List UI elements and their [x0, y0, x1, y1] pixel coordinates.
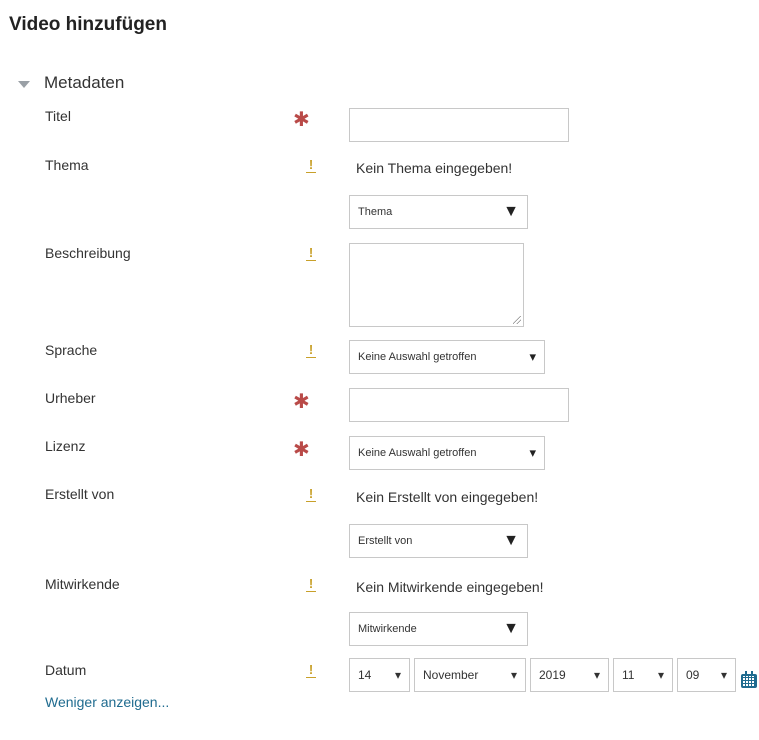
- section-title: Metadaten: [44, 73, 125, 92]
- mitwirkende-select[interactable]: Mitwirkende ▼: [349, 612, 528, 646]
- info-icon[interactable]: !: [306, 663, 316, 678]
- field-label-urheber: Urheber: [45, 390, 96, 406]
- required-icon: ✱: [293, 439, 310, 461]
- required-icon: ✱: [293, 391, 310, 413]
- dropdown-arrow-icon: ▾: [657, 668, 664, 682]
- show-less-link[interactable]: Weniger anzeigen...: [45, 694, 169, 710]
- calendar-icon[interactable]: [741, 671, 757, 688]
- section-toggle-metadaten[interactable]: Metadaten: [18, 73, 124, 93]
- datum-day-select[interactable]: 14 ▾: [349, 658, 410, 692]
- info-icon[interactable]: !: [306, 158, 316, 173]
- dropdown-arrow-icon: ▾: [510, 668, 517, 682]
- required-icon: ✱: [293, 109, 310, 131]
- datum-minute-select[interactable]: 09 ▾: [677, 658, 736, 692]
- field-label-sprache: Sprache: [45, 342, 98, 358]
- page-title: Video hinzufügen: [9, 14, 167, 35]
- info-icon[interactable]: !: [306, 577, 316, 592]
- datum-hour-value: 11: [622, 668, 635, 682]
- field-label-datum: Datum: [45, 662, 87, 678]
- dropdown-arrow-icon: ▾: [593, 668, 600, 682]
- erstellt-von-select-value: Erstellt von: [358, 535, 413, 547]
- field-label-thema: Thema: [45, 157, 89, 173]
- field-label-mitwirkende: Mitwirkende: [45, 576, 120, 592]
- thema-select-value: Thema: [358, 206, 393, 218]
- field-label-titel: Titel: [45, 108, 71, 124]
- datum-year-value: 2019: [539, 668, 566, 682]
- datum-minute-value: 09: [686, 668, 700, 682]
- dropdown-arrow-icon: ▼: [503, 532, 519, 549]
- info-icon[interactable]: !: [306, 343, 316, 358]
- info-icon[interactable]: !: [306, 487, 316, 502]
- datum-day-value: 14: [358, 668, 372, 682]
- datum-year-select[interactable]: 2019 ▾: [530, 658, 609, 692]
- titel-input[interactable]: [349, 108, 569, 142]
- dropdown-arrow-icon: ▾: [529, 445, 536, 460]
- sprache-select-value: Keine Auswahl getroffen: [358, 351, 477, 363]
- lizenz-select[interactable]: Keine Auswahl getroffen ▾: [349, 436, 545, 470]
- sprache-select[interactable]: Keine Auswahl getroffen ▾: [349, 340, 545, 374]
- field-label-erstellt-von: Erstellt von: [45, 486, 115, 502]
- dropdown-arrow-icon: ▾: [720, 668, 727, 682]
- datum-hour-select[interactable]: 11 ▾: [613, 658, 673, 692]
- datum-month-select[interactable]: November ▾: [414, 658, 526, 692]
- lizenz-select-value: Keine Auswahl getroffen: [358, 447, 477, 459]
- info-icon[interactable]: !: [306, 246, 316, 261]
- dropdown-arrow-icon: ▼: [503, 203, 519, 220]
- field-label-beschreibung: Beschreibung: [45, 245, 131, 261]
- thema-empty-message: Kein Thema eingegeben!: [356, 160, 513, 176]
- beschreibung-textarea[interactable]: [349, 243, 524, 327]
- erstellt-von-empty-message: Kein Erstellt von eingegeben!: [356, 489, 539, 505]
- datum-month-value: November: [423, 668, 479, 682]
- datum-date-selector: 14 ▾ November ▾ 2019 ▾ 11 ▾ 09 ▾: [349, 658, 757, 692]
- mitwirkende-select-value: Mitwirkende: [358, 623, 417, 635]
- dropdown-arrow-icon: ▼: [503, 620, 519, 637]
- resize-grip-icon[interactable]: [513, 316, 521, 324]
- caret-down-icon: [18, 81, 30, 88]
- mitwirkende-empty-message: Kein Mitwirkende eingegeben!: [356, 579, 544, 595]
- thema-select[interactable]: Thema ▼: [349, 195, 528, 229]
- dropdown-arrow-icon: ▾: [394, 668, 401, 682]
- erstellt-von-select[interactable]: Erstellt von ▼: [349, 524, 528, 558]
- field-label-lizenz: Lizenz: [45, 438, 86, 454]
- urheber-input[interactable]: [349, 388, 569, 422]
- dropdown-arrow-icon: ▾: [529, 349, 536, 364]
